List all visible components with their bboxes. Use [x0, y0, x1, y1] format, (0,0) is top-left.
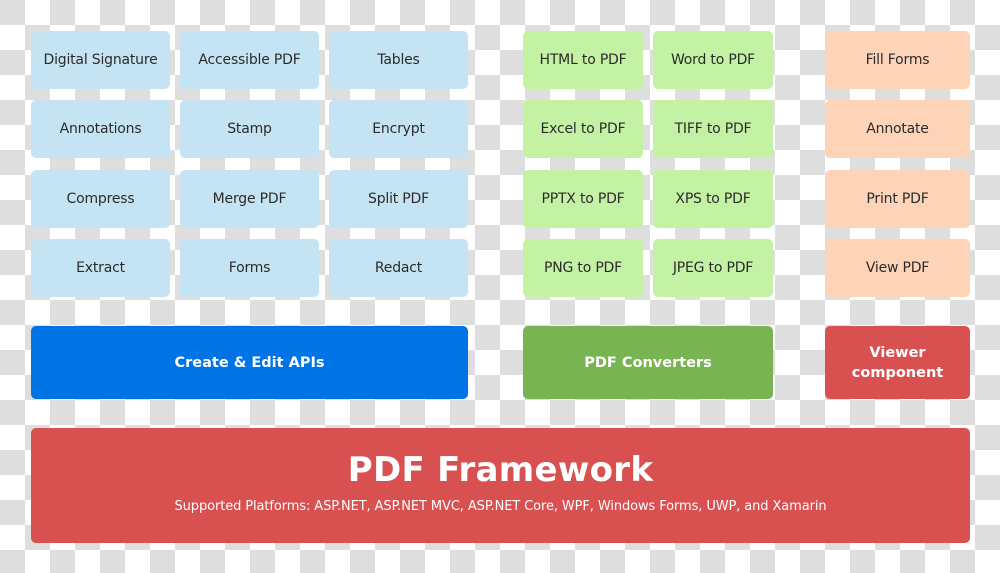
feature-merge-pdf[interactable]: Merge PDF: [180, 170, 319, 228]
converter-png-to-pdf[interactable]: PNG to PDF: [523, 239, 643, 297]
converter-excel-to-pdf[interactable]: Excel to PDF: [523, 100, 643, 158]
feature-tables[interactable]: Tables: [329, 31, 468, 89]
viewer-component-label: Viewer component: [852, 343, 943, 383]
converter-html-to-pdf[interactable]: HTML to PDF: [523, 31, 643, 89]
feature-forms[interactable]: Forms: [180, 239, 319, 297]
converter-tiff-to-pdf[interactable]: TIFF to PDF: [653, 100, 773, 158]
viewer-view-pdf[interactable]: View PDF: [825, 239, 970, 297]
viewer-annotate[interactable]: Annotate: [825, 100, 970, 158]
create-edit-apis-label: Create & Edit APIs: [174, 354, 325, 371]
feature-annotations[interactable]: Annotations: [31, 100, 170, 158]
supported-platforms-text: Supported Platforms: ASP.NET, ASP.NET MV…: [174, 499, 827, 514]
converter-xps-to-pdf[interactable]: XPS to PDF: [653, 170, 773, 228]
feature-compress[interactable]: Compress: [31, 170, 170, 228]
pdf-framework-title: PDF Framework: [347, 450, 654, 490]
feature-accessible-pdf[interactable]: Accessible PDF: [180, 31, 319, 89]
converter-jpeg-to-pdf[interactable]: JPEG to PDF: [653, 239, 773, 297]
feature-stamp[interactable]: Stamp: [180, 100, 319, 158]
feature-split-pdf[interactable]: Split PDF: [329, 170, 468, 228]
viewer-fill-forms[interactable]: Fill Forms: [825, 31, 970, 89]
pdf-converters-label: PDF Converters: [584, 354, 712, 371]
converter-pptx-to-pdf[interactable]: PPTX to PDF: [523, 170, 643, 228]
pdf-converters-bar[interactable]: PDF Converters: [523, 326, 773, 399]
feature-extract[interactable]: Extract: [31, 239, 170, 297]
create-edit-apis-bar[interactable]: Create & Edit APIs: [31, 326, 468, 399]
viewer-print-pdf[interactable]: Print PDF: [825, 170, 970, 228]
viewer-component-bar[interactable]: Viewer component: [825, 326, 970, 399]
converter-word-to-pdf[interactable]: Word to PDF: [653, 31, 773, 89]
viewer-component-label-line1: Viewer: [869, 344, 926, 361]
feature-redact[interactable]: Redact: [329, 239, 468, 297]
feature-encrypt[interactable]: Encrypt: [329, 100, 468, 158]
pdf-framework-bar: PDF Framework Supported Platforms: ASP.N…: [31, 428, 970, 543]
feature-digital-signature[interactable]: Digital Signature: [31, 31, 170, 89]
viewer-component-label-line2: component: [851, 364, 944, 381]
